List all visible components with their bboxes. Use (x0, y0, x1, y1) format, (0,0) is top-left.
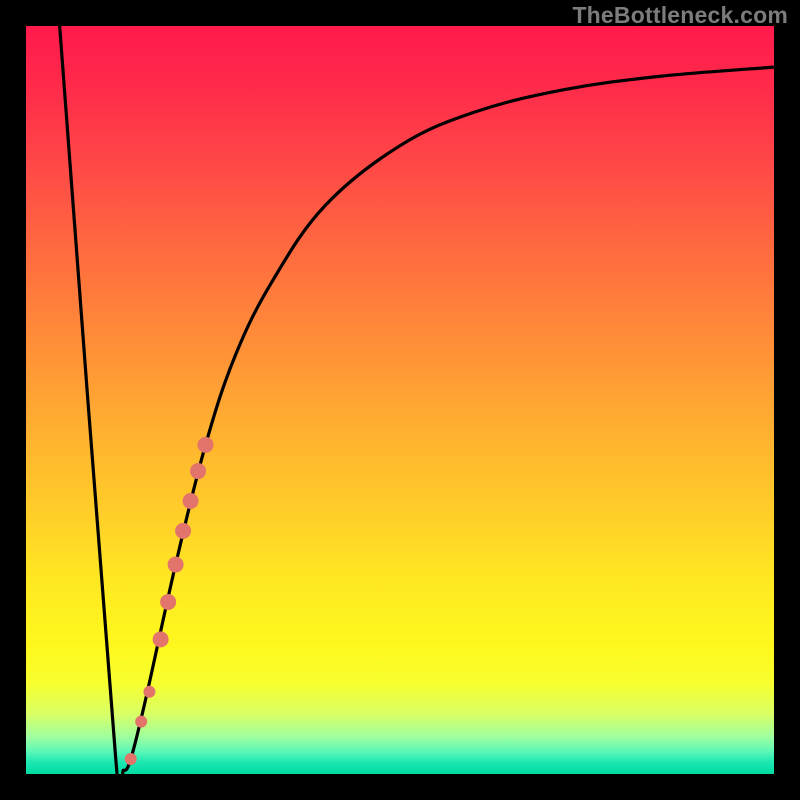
curve-group (60, 26, 774, 774)
highlight-dot (168, 557, 184, 573)
highlight-dot (125, 753, 137, 765)
highlight-dot (160, 594, 176, 610)
highlight-dot (183, 493, 199, 509)
chart-svg (26, 26, 774, 774)
highlight-dot (190, 463, 206, 479)
highlight-dot (143, 686, 155, 698)
highlight-dot (135, 716, 147, 728)
highlight-dot (175, 523, 191, 539)
highlight-dot (153, 631, 169, 647)
highlight-dots (125, 437, 214, 765)
bottleneck-curve (60, 26, 774, 774)
highlight-dot (198, 437, 214, 453)
watermark-text: TheBottleneck.com (572, 2, 788, 29)
chart-frame: TheBottleneck.com (0, 0, 800, 800)
chart-plot-area (26, 26, 774, 774)
